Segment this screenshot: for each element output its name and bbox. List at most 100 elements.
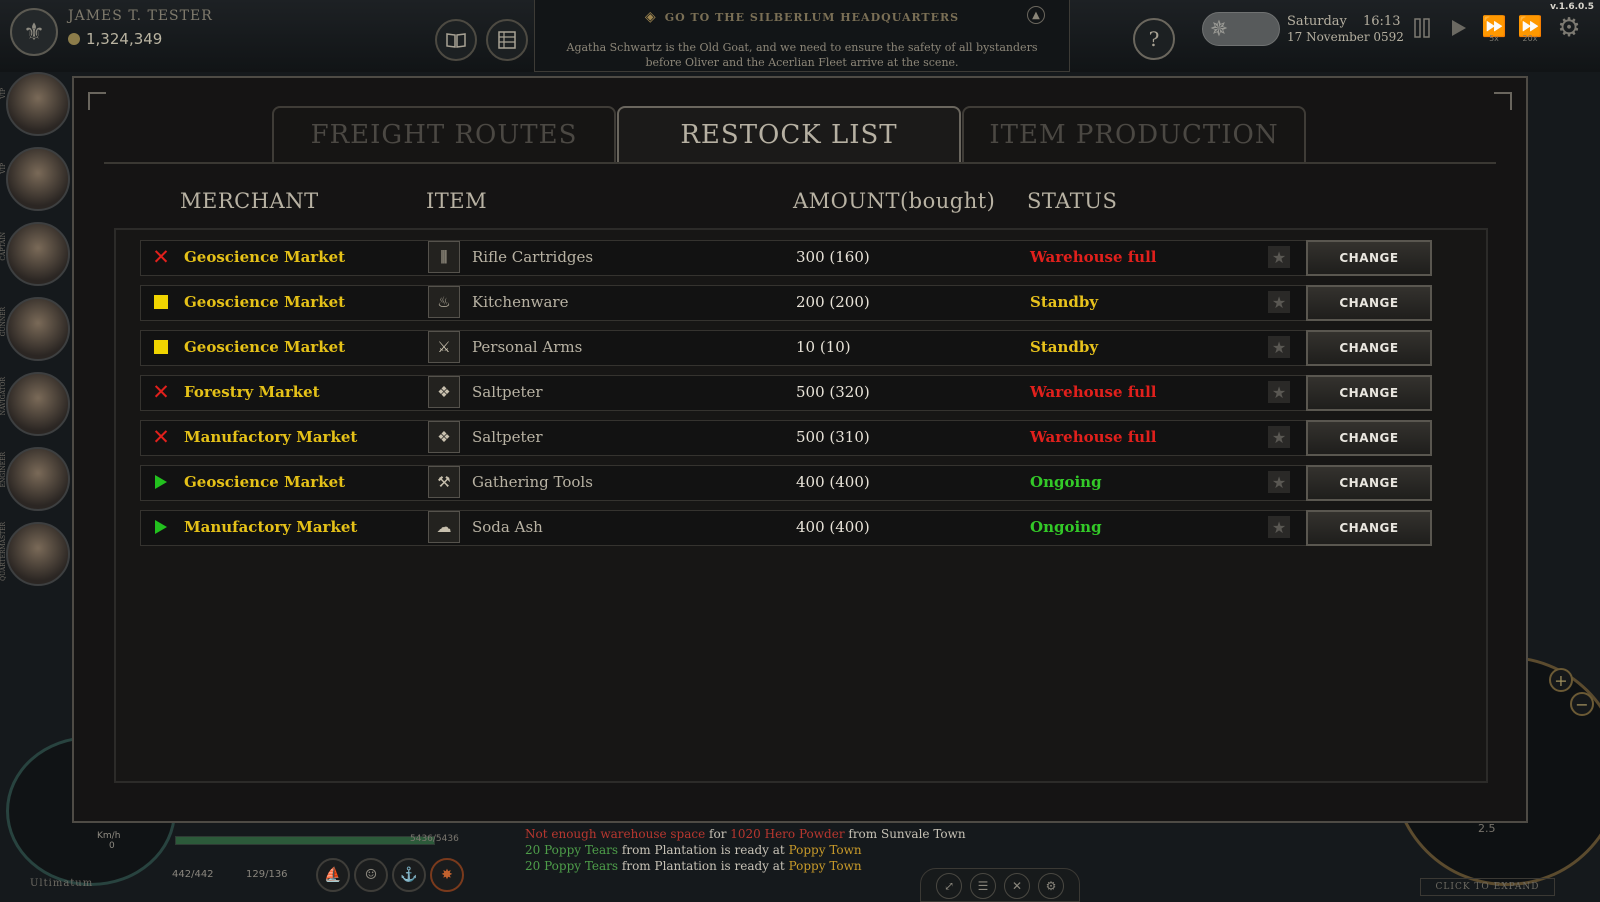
sword-icon: ⚔ [428,331,460,363]
crew-portrait-vip-2[interactable] [6,147,70,211]
favorite-star-icon[interactable]: ★ [1268,246,1290,268]
restock-panel: FREIGHT ROUTES RESTOCK LIST ITEM PRODUCT… [72,76,1528,823]
log-segment: from Sunvale Town [844,827,966,841]
item-amount: 400 (400) [796,473,870,491]
clock-time: 16:13 [1363,14,1401,29]
chat-icon[interactable]: ☰ [970,873,996,899]
crew-portrait-captain[interactable] [6,222,70,286]
favorite-star-icon[interactable]: ★ [1268,426,1290,448]
quest-description: Agatha Schwartz is the Old Goat, and we … [566,41,1038,69]
crest-icon[interactable]: ⚜ [10,8,58,56]
row-status: Standby [1030,293,1099,311]
change-button[interactable]: CHANGE [1306,330,1432,366]
speed-20x-button[interactable]: ⏩ 20x [1514,12,1546,44]
favorite-star-icon[interactable]: ★ [1268,381,1290,403]
crew-role-label: ENGINEER [0,452,7,488]
auto-speed-toggle[interactable]: ✵ [1202,12,1280,46]
zoom-out-icon[interactable]: − [1570,692,1594,716]
crossed-swords-icon[interactable]: ✕ [1004,873,1030,899]
settings-gear-icon[interactable]: ⚙ [1553,12,1585,44]
change-button[interactable]: CHANGE [1306,420,1432,456]
item-name: Personal Arms [472,338,583,356]
zoom-in-icon[interactable]: + [1549,668,1573,692]
fleet-icon[interactable]: ⛵ [316,858,350,892]
zoom-level: 2.5 [1478,822,1496,835]
merchant-name: Geoscience Market [184,293,346,311]
crew-portrait-navigator[interactable] [6,372,70,436]
tab-item-production[interactable]: ITEM PRODUCTION [962,106,1306,162]
crew-icon[interactable]: ☺ [354,858,388,892]
status-indicator-icon [152,518,170,536]
status-indicator-icon: ✕ [152,380,170,404]
coin-icon [68,33,80,45]
row-status: Warehouse full [1030,383,1157,401]
help-button[interactable]: ? [1133,18,1175,60]
status-indicator-icon: ✕ [152,427,170,448]
gear-star-icon: ✵ [1209,16,1229,42]
crew-count: 442/442 [172,869,214,880]
merchant-name: Manufactory Market [184,518,358,536]
corner-ornament [1494,92,1512,110]
play-button[interactable] [1442,12,1474,44]
tab-restock-list[interactable]: RESTOCK LIST [617,106,961,162]
row-status: Standby [1030,338,1099,356]
item-amount: 500 (310) [796,428,870,446]
status-indicator-icon: ✕ [152,245,170,269]
merchant-name: Forestry Market [184,383,320,401]
item-name: Soda Ash [472,518,543,536]
settings-icon[interactable]: ⚙ [1038,873,1064,899]
favorite-star-icon[interactable]: ★ [1268,291,1290,313]
column-header-amount: AMOUNT(bought) [793,189,996,213]
error-x-icon: ✕ [152,245,170,269]
route-icon[interactable]: ⤢ [936,873,962,899]
restock-table: ✕ Geoscience Market ⫼ Rifle Cartridges 3… [114,228,1488,783]
date-full: 17 November 0592 [1287,30,1404,44]
log-segment: 20 Poppy Tears [525,859,619,873]
crew-role-label: VIP [0,163,7,174]
quest-collapse-icon[interactable]: ▲ [1027,6,1045,24]
favorite-star-icon[interactable]: ★ [1268,471,1290,493]
status-indicator-icon [152,338,170,356]
crew-portrait-quartermaster[interactable] [6,522,70,586]
table-row: ✕ Geoscience Market ⫼ Rifle Cartridges 3… [140,240,1504,276]
change-button[interactable]: CHANGE [1306,240,1432,276]
row-status: Ongoing [1030,473,1102,491]
error-x-icon: ✕ [152,380,170,404]
item-amount: 200 (200) [796,293,870,311]
expand-map-button[interactable]: CLICK TO EXPAND [1420,878,1555,896]
standby-square-icon [154,340,168,354]
change-button[interactable]: CHANGE [1306,375,1432,411]
crew-portrait-vip-1[interactable] [6,72,70,136]
favorite-star-icon[interactable]: ★ [1268,516,1290,538]
crew-portrait-engineer[interactable] [6,447,70,511]
log-segment: Poppy Town [788,843,862,857]
change-button[interactable]: CHANGE [1306,465,1432,501]
ships-icon[interactable]: ⚓ [392,858,426,892]
quest-panel[interactable]: ◈ GO TO THE SILBERLUM HEADQUARTERS ▲ Agat… [534,0,1070,72]
top-bar: ⚜ JAMES T. TESTER 1,324,349 ◈ GO TO THE S… [0,0,1600,72]
speed-5x-button[interactable]: ⏩ 5x [1478,12,1510,44]
tab-freight-routes[interactable]: FREIGHT ROUTES [272,106,616,162]
crew-role-label: NAVIGATOR [0,377,7,416]
column-header-merchant: MERCHANT [180,189,319,213]
ledger-table-icon[interactable] [486,19,528,61]
item-amount: 500 (320) [796,383,870,401]
log-segment: Poppy Town [788,859,862,873]
log-line: 20 Poppy Tears from Plantation is ready … [525,858,966,874]
money-value: 1,324,349 [86,30,163,48]
journal-book-icon[interactable] [435,19,477,61]
favorite-star-icon[interactable]: ★ [1268,336,1290,358]
saltpeter-icon: ❖ [428,376,460,408]
merchant-name: Geoscience Market [184,473,346,491]
log-segment: Not enough warehouse space [525,827,706,841]
pause-button[interactable] [1406,12,1438,44]
crew-portrait-gunner[interactable] [6,297,70,361]
change-button[interactable]: CHANGE [1306,285,1432,321]
row-status: Warehouse full [1030,248,1157,266]
column-header-status: STATUS [1027,189,1118,213]
crew-role-label: VIP [0,88,7,99]
change-button[interactable]: CHANGE [1306,510,1432,546]
combat-icon[interactable]: ✸ [430,858,464,892]
log-line: 20 Poppy Tears from Plantation is ready … [525,842,966,858]
log-segment: from Plantation is ready at [618,859,789,873]
